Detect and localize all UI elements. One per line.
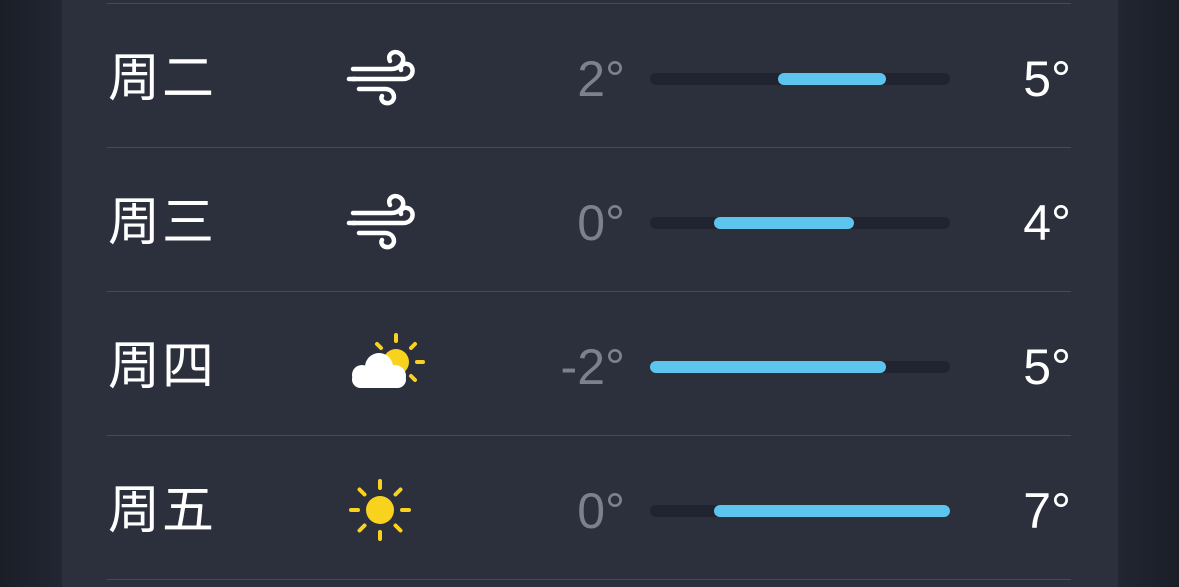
forecast-row[interactable]: 周二 2° 5° [0,3,1179,147]
day-label: 周五 [108,481,217,541]
low-temperature: 2° [577,51,625,107]
forecast-row[interactable]: 周四 -2° 5° [0,291,1179,435]
wind-icon [335,183,431,263]
high-temperature: 5° [1023,51,1071,107]
forecast-row[interactable]: 周五 0° 7° [0,435,1179,579]
partly-sunny-icon [335,327,431,407]
sun-icon [335,471,431,551]
low-temperature: 0° [577,483,625,539]
low-temperature: 0° [577,195,625,251]
wind-icon [335,39,431,119]
temperature-range-fill [650,361,886,373]
forecast-row[interactable]: 周三 0° 4° [0,147,1179,291]
temperature-range-fill [714,217,854,229]
row-divider [107,579,1071,580]
day-label: 周四 [108,337,217,397]
low-temperature: -2° [560,339,625,395]
high-temperature: 7° [1023,483,1071,539]
day-label: 周三 [108,193,217,253]
high-temperature: 5° [1023,339,1071,395]
temperature-range-fill [714,505,950,517]
temperature-range-fill [778,73,886,85]
day-label: 周二 [108,49,217,109]
temperature-range-bar [650,73,950,85]
temperature-range-bar [650,505,950,517]
high-temperature: 4° [1023,195,1071,251]
temperature-range-bar [650,361,950,373]
temperature-range-bar [650,217,950,229]
